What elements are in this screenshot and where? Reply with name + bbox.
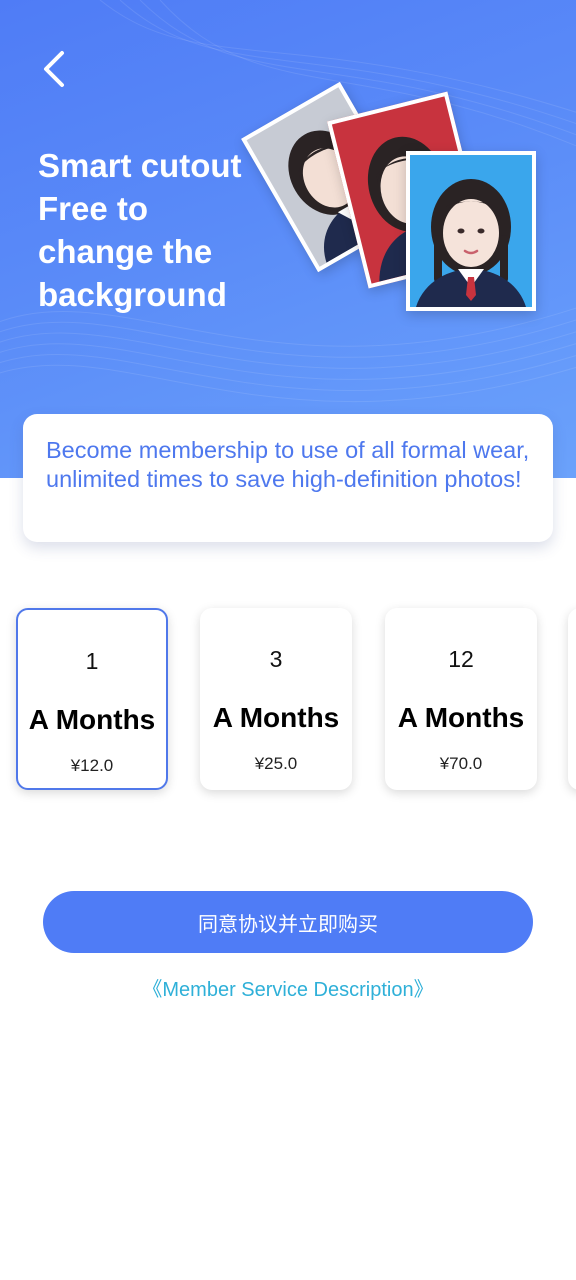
membership-description: Become membership to use of all formal w…: [46, 437, 530, 492]
plan-option-1-month[interactable]: 1 A Months ¥12.0: [16, 608, 168, 790]
plan-price: ¥12.0: [70, 756, 114, 775]
membership-page: Smart cutout Free to change the backgrou…: [0, 0, 576, 1280]
portrait-image: [416, 179, 526, 307]
back-button[interactable]: [30, 44, 80, 94]
plan-price: ¥25.0: [254, 754, 298, 773]
plan-option-12-months[interactable]: 12 A Months ¥70.0: [385, 608, 537, 790]
plan-unit: A Months: [397, 702, 525, 733]
membership-info-card: Become membership to use of all formal w…: [23, 414, 553, 542]
plan-count: 12: [448, 646, 474, 672]
chevron-left-icon: [44, 51, 64, 87]
plan-unit: A Months: [28, 704, 156, 735]
plan-option-3-months[interactable]: 3 A Months ¥25.0: [200, 608, 352, 790]
sample-photo-blue: [406, 151, 536, 311]
plan-price: ¥70.0: [439, 754, 483, 773]
plan-unit: A Months: [212, 702, 340, 733]
plan-list: 1 A Months ¥12.0 3 A Months ¥25.0 12 A M…: [0, 606, 576, 796]
plan-count: 1: [85, 648, 99, 674]
hero-banner: Smart cutout Free to change the backgrou…: [0, 0, 576, 478]
plan-option-partial[interactable]: [568, 608, 576, 790]
member-service-description-link[interactable]: 《Member Service Description》: [0, 973, 576, 1002]
hero-title: Smart cutout Free to change the backgrou…: [38, 147, 242, 313]
plan-count: 3: [269, 646, 283, 672]
agree-and-buy-button[interactable]: 同意协议并立即购买: [43, 891, 533, 953]
